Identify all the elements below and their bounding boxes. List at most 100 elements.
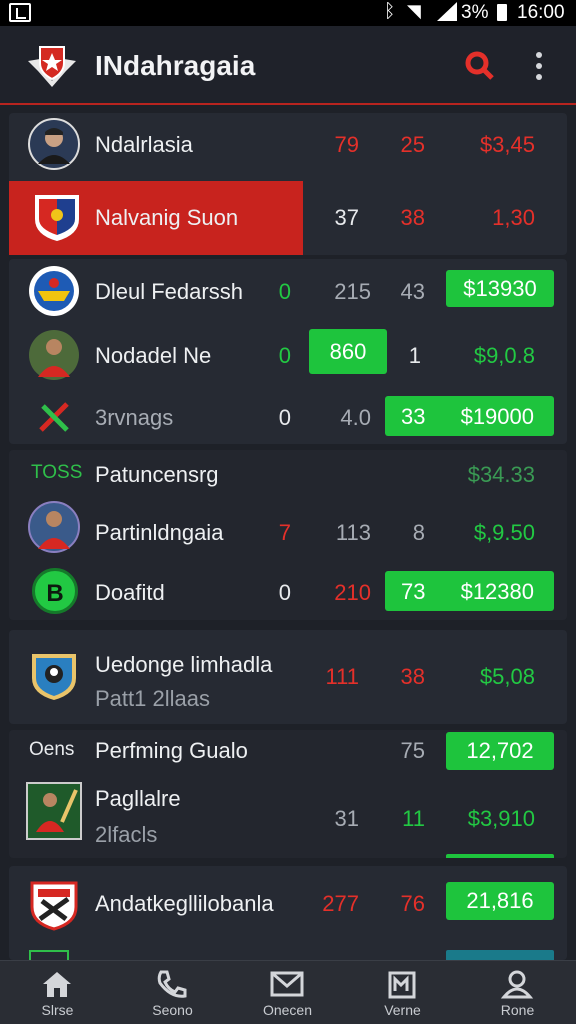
logo-icon <box>28 46 76 87</box>
battery-percent: 3% <box>461 2 489 23</box>
nav-label: Verne <box>384 1002 421 1018</box>
row-subtitle: 2lfacls <box>95 822 158 847</box>
row-value-3: 1 <box>408 343 421 368</box>
next-row-peek <box>29 950 69 960</box>
list-item[interactable]: Partinldngaia 7 113 8 $,9.50 <box>9 496 567 562</box>
list-item[interactable]: Dleul Fedarssh 0 215 43 $13930 <box>9 259 567 321</box>
row-value-2: 113 <box>335 520 371 545</box>
row-name: 3rvnags <box>95 405 174 430</box>
search-icon[interactable] <box>462 48 496 82</box>
nav-phone[interactable]: Seono <box>115 961 230 1024</box>
row-name: Pagllalre <box>95 786 181 811</box>
home-icon <box>43 972 71 997</box>
card-subtitle: Patt1 2llaas <box>95 686 210 711</box>
section-tag: TOSS <box>31 462 83 483</box>
row-name: Perfming Gualo <box>95 738 248 763</box>
app-title: INdahragaia <box>95 50 256 81</box>
nav-profile[interactable]: Rone <box>460 961 575 1024</box>
crossed-bats-icon <box>39 402 69 432</box>
card-value-2: 76 <box>400 891 425 916</box>
team-crest-icon <box>32 654 76 700</box>
row-name: Ndalrlasia <box>95 132 193 157</box>
price-badge[interactable]: 12,702 <box>446 732 554 770</box>
price-badge[interactable]: 21,816 <box>446 882 554 920</box>
next-row-peek-badge <box>446 950 554 960</box>
row-name: Patuncensrg <box>95 462 219 487</box>
row-value-2: 25 <box>400 132 425 157</box>
list-item[interactable]: B Doafitd 0 210 73 $12380 <box>9 562 567 620</box>
row-value-1: 0 <box>278 580 291 605</box>
match-card-4[interactable]: Uedonge limhadla Patt1 2llaas 111 38 $5,… <box>9 630 567 724</box>
bluetooth-icon: ᛒ <box>384 1 396 22</box>
card-value-2: 38 <box>400 664 425 689</box>
row-value-2: 11 <box>402 806 425 831</box>
match-card-3[interactable]: TOSS Patuncensrg $34.33 Partinldngaia 7 … <box>9 450 567 620</box>
row-value-1: 37 <box>334 205 359 230</box>
value-badge[interactable]: 860 <box>309 329 387 374</box>
row-value-2: 210 <box>334 580 371 605</box>
row-name: Dleul Fedarssh <box>95 279 243 304</box>
clock: 16:00 <box>517 2 565 23</box>
progress-strip <box>446 854 554 858</box>
row-value-1: 0 <box>278 405 291 430</box>
row-value-1: 0 <box>278 343 291 368</box>
row-name: Partinldngaia <box>95 520 224 545</box>
card-name: Andatkegllilobanla <box>95 891 274 916</box>
app-icon <box>9 3 31 22</box>
profile-icon <box>500 970 534 999</box>
row-value-3: 33 <box>401 404 426 429</box>
match-card-6[interactable]: Andatkegllilobanla 277 76 21,816 <box>9 866 567 960</box>
list-item[interactable]: Pagllalre 2lfacls 31 11 $3,910 <box>9 770 567 858</box>
row-name: Doafitd <box>95 580 165 605</box>
signal-icon <box>437 2 457 21</box>
list-item[interactable]: TOSS Patuncensrg $34.33 <box>9 450 567 496</box>
row-value-1: 7 <box>278 520 291 545</box>
book-icon <box>388 971 416 999</box>
nav-book[interactable]: Verne <box>345 961 460 1024</box>
nav-label: Rone <box>500 1002 535 1018</box>
team-badge: B <box>32 568 78 614</box>
row-price: 1,30 <box>492 205 535 230</box>
row-price: $3,910 <box>467 806 535 831</box>
row-price: $9,0.8 <box>473 343 535 368</box>
nav-mail[interactable]: Onecen <box>230 961 345 1024</box>
row-value-3: 73 <box>401 579 426 604</box>
bottom-nav: Slrse Seono Onecen Verne Rone <box>0 960 576 1024</box>
row-price: $3,45 <box>479 132 535 157</box>
row-value-1: 31 <box>334 806 359 831</box>
match-card-5[interactable]: Oens Perfming Gualo 75 12,702 Pagllalre … <box>9 730 567 858</box>
player-card-icon <box>26 782 82 840</box>
nav-label: Seono <box>152 1002 193 1018</box>
row-price: $19000 <box>460 404 534 429</box>
row-value-2: 215 <box>334 279 371 304</box>
wifi-icon: ◥ <box>407 1 421 21</box>
row-value-1: 0 <box>278 279 291 304</box>
section-tag: Oens <box>29 739 75 760</box>
more-icon[interactable] <box>528 50 550 82</box>
list-item-highlighted[interactable]: Nalvanig Suon 37 38 1,30 <box>9 181 567 255</box>
app-bar: INdahragaia <box>0 26 576 105</box>
match-card-1[interactable]: Ndalrlasia 79 25 $3,45 Nalvanig Suon 37 … <box>9 113 567 255</box>
nav-label: Onecen <box>262 1002 313 1018</box>
price-bar[interactable]: 73 $12380 <box>385 571 554 611</box>
nav-label: Slrse <box>41 1002 74 1018</box>
price-badge[interactable]: $13930 <box>446 270 554 307</box>
match-card-2[interactable]: Dleul Fedarssh 0 215 43 $13930 Nodadel N… <box>9 259 567 444</box>
nav-home[interactable]: Slrse <box>0 961 115 1024</box>
row-value-1: 79 <box>334 132 359 157</box>
list-item[interactable]: Oens Perfming Gualo 75 12,702 <box>9 730 567 770</box>
row-price: $34.33 <box>467 462 535 487</box>
phone-icon <box>157 970 187 998</box>
price-bar[interactable]: 33 $19000 <box>385 396 554 436</box>
list-item[interactable]: Ndalrlasia 79 25 $3,45 <box>9 113 567 179</box>
player-avatar <box>28 501 80 553</box>
list-item[interactable]: 3rvnags 0 4.0 33 $19000 <box>9 385 567 444</box>
row-price: $12380 <box>460 579 534 604</box>
team-crest-icon <box>30 881 78 931</box>
player-avatar <box>29 330 79 380</box>
row-value-2: 38 <box>400 205 425 230</box>
list-item[interactable]: Nodadel Ne 0 860 1 $9,0.8 <box>9 321 567 385</box>
row-value-1: 75 <box>400 738 425 763</box>
card-name: Uedonge limhadla <box>95 652 273 677</box>
card-price: $5,08 <box>479 664 535 689</box>
